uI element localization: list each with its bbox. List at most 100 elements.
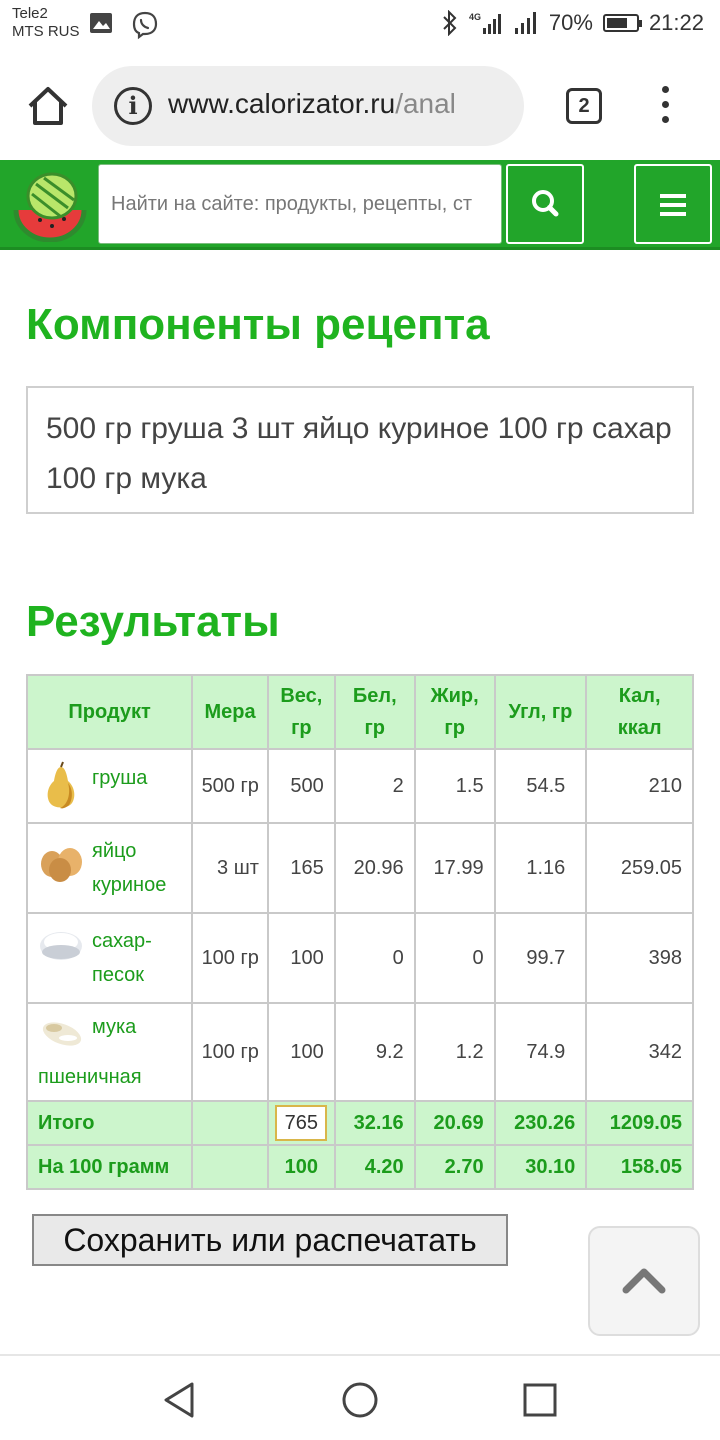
per100-weight: 100 bbox=[266, 1144, 336, 1190]
product-cell: мука пшеничная bbox=[25, 1002, 194, 1102]
browser-menu-icon[interactable] bbox=[650, 86, 680, 130]
table-row: мука пшеничная 100 гр 100 9.2 1.2 74.9 3… bbox=[25, 1002, 694, 1102]
product-cell: сахар-песок bbox=[25, 912, 194, 1004]
table-header-row: Продукт Мера Вес, гр Бел, гр Жир, гр Угл… bbox=[25, 674, 694, 750]
sugar-image bbox=[40, 932, 82, 960]
home-nav-icon[interactable] bbox=[340, 1380, 380, 1420]
carbs-cell: 99.7 bbox=[493, 912, 588, 1004]
product-cell: груша bbox=[25, 748, 194, 824]
weight-cell: 500 bbox=[266, 748, 336, 824]
svg-text:4G: 4G bbox=[469, 12, 481, 22]
scroll-to-top-button[interactable] bbox=[588, 1226, 700, 1336]
eggs-image bbox=[41, 848, 82, 882]
viber-icon bbox=[132, 11, 158, 40]
recents-icon[interactable] bbox=[522, 1382, 558, 1418]
url-host: www.calorizator.ru bbox=[168, 88, 396, 119]
results-title: Результаты bbox=[26, 597, 280, 646]
weight-cell: 100 bbox=[266, 1002, 336, 1102]
battery-icon bbox=[602, 14, 642, 32]
address-bar[interactable]: i www.calorizator.ru/anal bbox=[92, 66, 524, 146]
search-icon bbox=[532, 190, 559, 217]
per100-kcal: 158.05 bbox=[585, 1144, 694, 1190]
protein-cell: 9.2 bbox=[333, 1002, 416, 1102]
system-nav-bar bbox=[0, 1354, 720, 1440]
battery-percent: 70% bbox=[548, 10, 593, 35]
table-row: груша 500 гр 500 2 1.5 54.5 210 bbox=[25, 748, 694, 824]
carbs-cell: 54.5 bbox=[493, 748, 588, 824]
total-weight-input[interactable]: 765 bbox=[275, 1105, 328, 1141]
column-header: Вес, гр bbox=[266, 674, 336, 750]
fat-cell: 17.99 bbox=[413, 822, 496, 914]
total-row: Итого 765 32.16 20.69 230.26 1209.05 bbox=[25, 1100, 694, 1146]
status-right: 4G 70% 21:22 bbox=[441, 10, 704, 36]
per100-fat: 2.70 bbox=[413, 1144, 496, 1190]
site-logo[interactable] bbox=[10, 170, 90, 242]
carbs-cell: 1.16 bbox=[493, 822, 588, 914]
clock: 21:22 bbox=[648, 10, 704, 35]
carbs-cell: 74.9 bbox=[493, 1002, 588, 1102]
tab-switcher-button[interactable]: 2 bbox=[566, 88, 602, 124]
per100-protein: 4.20 bbox=[333, 1144, 416, 1190]
url-path: /anal bbox=[395, 88, 456, 119]
save-print-button[interactable]: Сохранить или распечатать bbox=[32, 1214, 508, 1266]
flour-image bbox=[42, 1022, 82, 1046]
hamburger-icon bbox=[636, 166, 710, 216]
site-header: Найти на сайте: продукты, рецепты, ст bbox=[0, 160, 720, 250]
measure-cell: 500 гр bbox=[191, 748, 269, 824]
components-title: Компоненты рецепта bbox=[26, 300, 490, 349]
column-header: Продукт bbox=[25, 674, 194, 750]
total-fat: 20.69 bbox=[413, 1100, 496, 1146]
per100-label: На 100 грамм bbox=[25, 1144, 194, 1190]
protein-cell: 0 bbox=[333, 912, 416, 1004]
total-weight-cell: 765 bbox=[266, 1100, 336, 1146]
weight-cell: 165 bbox=[266, 822, 336, 914]
signal-4g-icon: 4G bbox=[469, 12, 501, 34]
measure-cell: 100 гр bbox=[191, 1002, 269, 1102]
pear-image bbox=[47, 761, 75, 809]
kcal-cell: 398 bbox=[585, 912, 694, 1004]
fat-cell: 0 bbox=[413, 912, 496, 1004]
back-icon[interactable] bbox=[160, 1380, 200, 1420]
search-button[interactable] bbox=[506, 164, 584, 244]
per100-row: На 100 грамм 100 4.20 2.70 30.10 158.05 bbox=[25, 1144, 694, 1190]
image-icon bbox=[90, 13, 112, 33]
per100-measure-cell bbox=[191, 1144, 269, 1190]
results-table: Продукт Мера Вес, гр Бел, гр Жир, гр Угл… bbox=[25, 674, 694, 1190]
bluetooth-icon bbox=[443, 10, 457, 36]
column-header: Кал, ккал bbox=[585, 674, 694, 750]
url-text[interactable]: www.calorizator.ru/anal bbox=[168, 88, 508, 120]
column-header: Мера bbox=[191, 674, 269, 750]
total-measure-cell bbox=[191, 1100, 269, 1146]
carrier-1: Tele2 bbox=[12, 5, 48, 22]
measure-cell: 3 шт bbox=[191, 822, 269, 914]
product-link[interactable]: сахар-песок bbox=[92, 930, 152, 986]
column-header: Жир, гр bbox=[413, 674, 496, 750]
info-icon[interactable]: i bbox=[114, 87, 152, 125]
signal-icon bbox=[514, 12, 536, 34]
total-carbs: 230.26 bbox=[493, 1100, 588, 1146]
table-row: яйцо куриное 3 шт 165 20.96 17.99 1.16 2… bbox=[25, 822, 694, 914]
product-link[interactable]: яйцо куриное bbox=[92, 840, 166, 896]
table-row: сахар-песок 100 гр 100 0 0 99.7 398 bbox=[25, 912, 694, 1004]
carrier-2: MTS RUS bbox=[12, 23, 80, 40]
site-menu-button[interactable] bbox=[634, 164, 712, 244]
kcal-cell: 342 bbox=[585, 1002, 694, 1102]
home-icon[interactable] bbox=[24, 82, 72, 130]
site-search-input[interactable]: Найти на сайте: продукты, рецепты, ст bbox=[98, 164, 502, 244]
browser-toolbar: i www.calorizator.ru/anal 2 bbox=[0, 52, 720, 160]
fat-cell: 1.5 bbox=[413, 748, 496, 824]
product-cell: яйцо куриное bbox=[25, 822, 194, 914]
status-bar: Tele2 MTS RUS 4G 70% 21:22 bbox=[0, 0, 720, 52]
measure-cell: 100 гр bbox=[191, 912, 269, 1004]
total-kcal: 1209.05 bbox=[585, 1100, 694, 1146]
protein-cell: 20.96 bbox=[333, 822, 416, 914]
kcal-cell: 210 bbox=[585, 748, 694, 824]
column-header: Бел, гр bbox=[333, 674, 416, 750]
product-link[interactable]: груша bbox=[92, 767, 147, 789]
per100-carbs: 30.10 bbox=[493, 1144, 588, 1190]
weight-cell: 100 bbox=[266, 912, 336, 1004]
chevron-up-icon bbox=[622, 1268, 666, 1294]
total-protein: 32.16 bbox=[333, 1100, 416, 1146]
recipe-components-text[interactable]: 500 гр груша 3 шт яйцо куриное 100 гр са… bbox=[26, 386, 694, 514]
kcal-cell: 259.05 bbox=[585, 822, 694, 914]
